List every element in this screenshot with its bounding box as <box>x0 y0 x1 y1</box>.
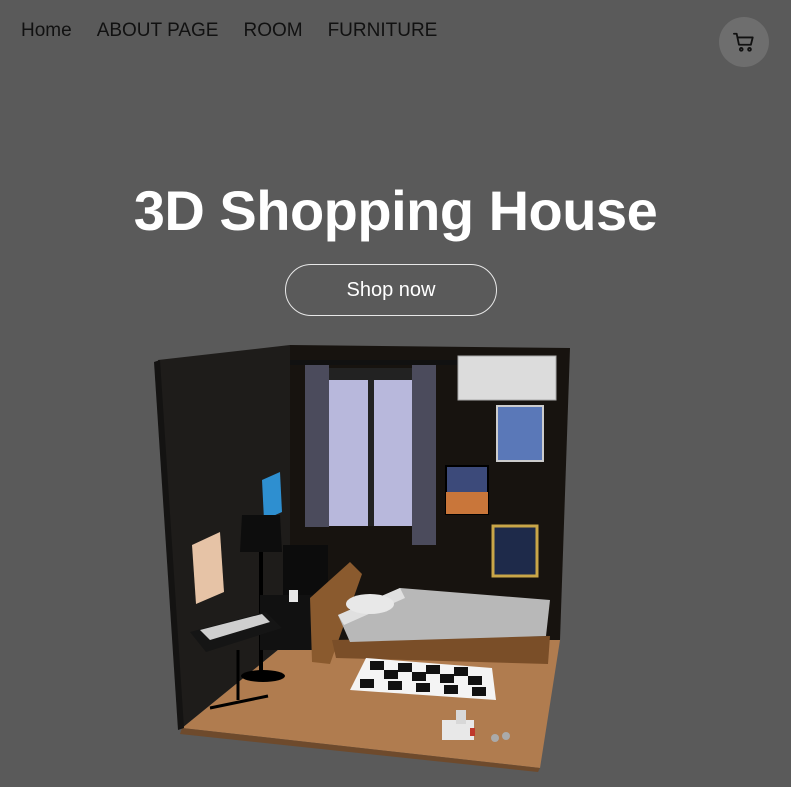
nav-furniture[interactable]: FURNITURE <box>328 20 438 42</box>
wall-picture-3 <box>491 524 539 578</box>
nav-room[interactable]: ROOM <box>243 20 302 42</box>
3d-room-scene[interactable] <box>136 318 656 778</box>
page-title: 3D Shopping House <box>133 179 658 242</box>
wall-poster-blue <box>262 472 282 520</box>
pillow <box>346 594 394 614</box>
nav-home[interactable]: Home <box>21 20 72 42</box>
floor-lamp-shade <box>240 515 282 552</box>
curtain-right <box>412 365 436 545</box>
curtain-left <box>305 365 329 527</box>
wall-picture-1 <box>496 405 544 462</box>
nav-about-page[interactable]: ABOUT PAGE <box>97 20 219 42</box>
air-conditioner <box>457 355 557 401</box>
cart-button[interactable] <box>719 17 769 67</box>
shopping-cart-icon <box>733 32 754 52</box>
controller <box>491 734 499 742</box>
main-nav: Home ABOUT PAGE ROOM FURNITURE <box>21 20 462 42</box>
shop-now-button[interactable]: Shop now <box>285 264 497 316</box>
wall-poster-left <box>192 532 224 604</box>
